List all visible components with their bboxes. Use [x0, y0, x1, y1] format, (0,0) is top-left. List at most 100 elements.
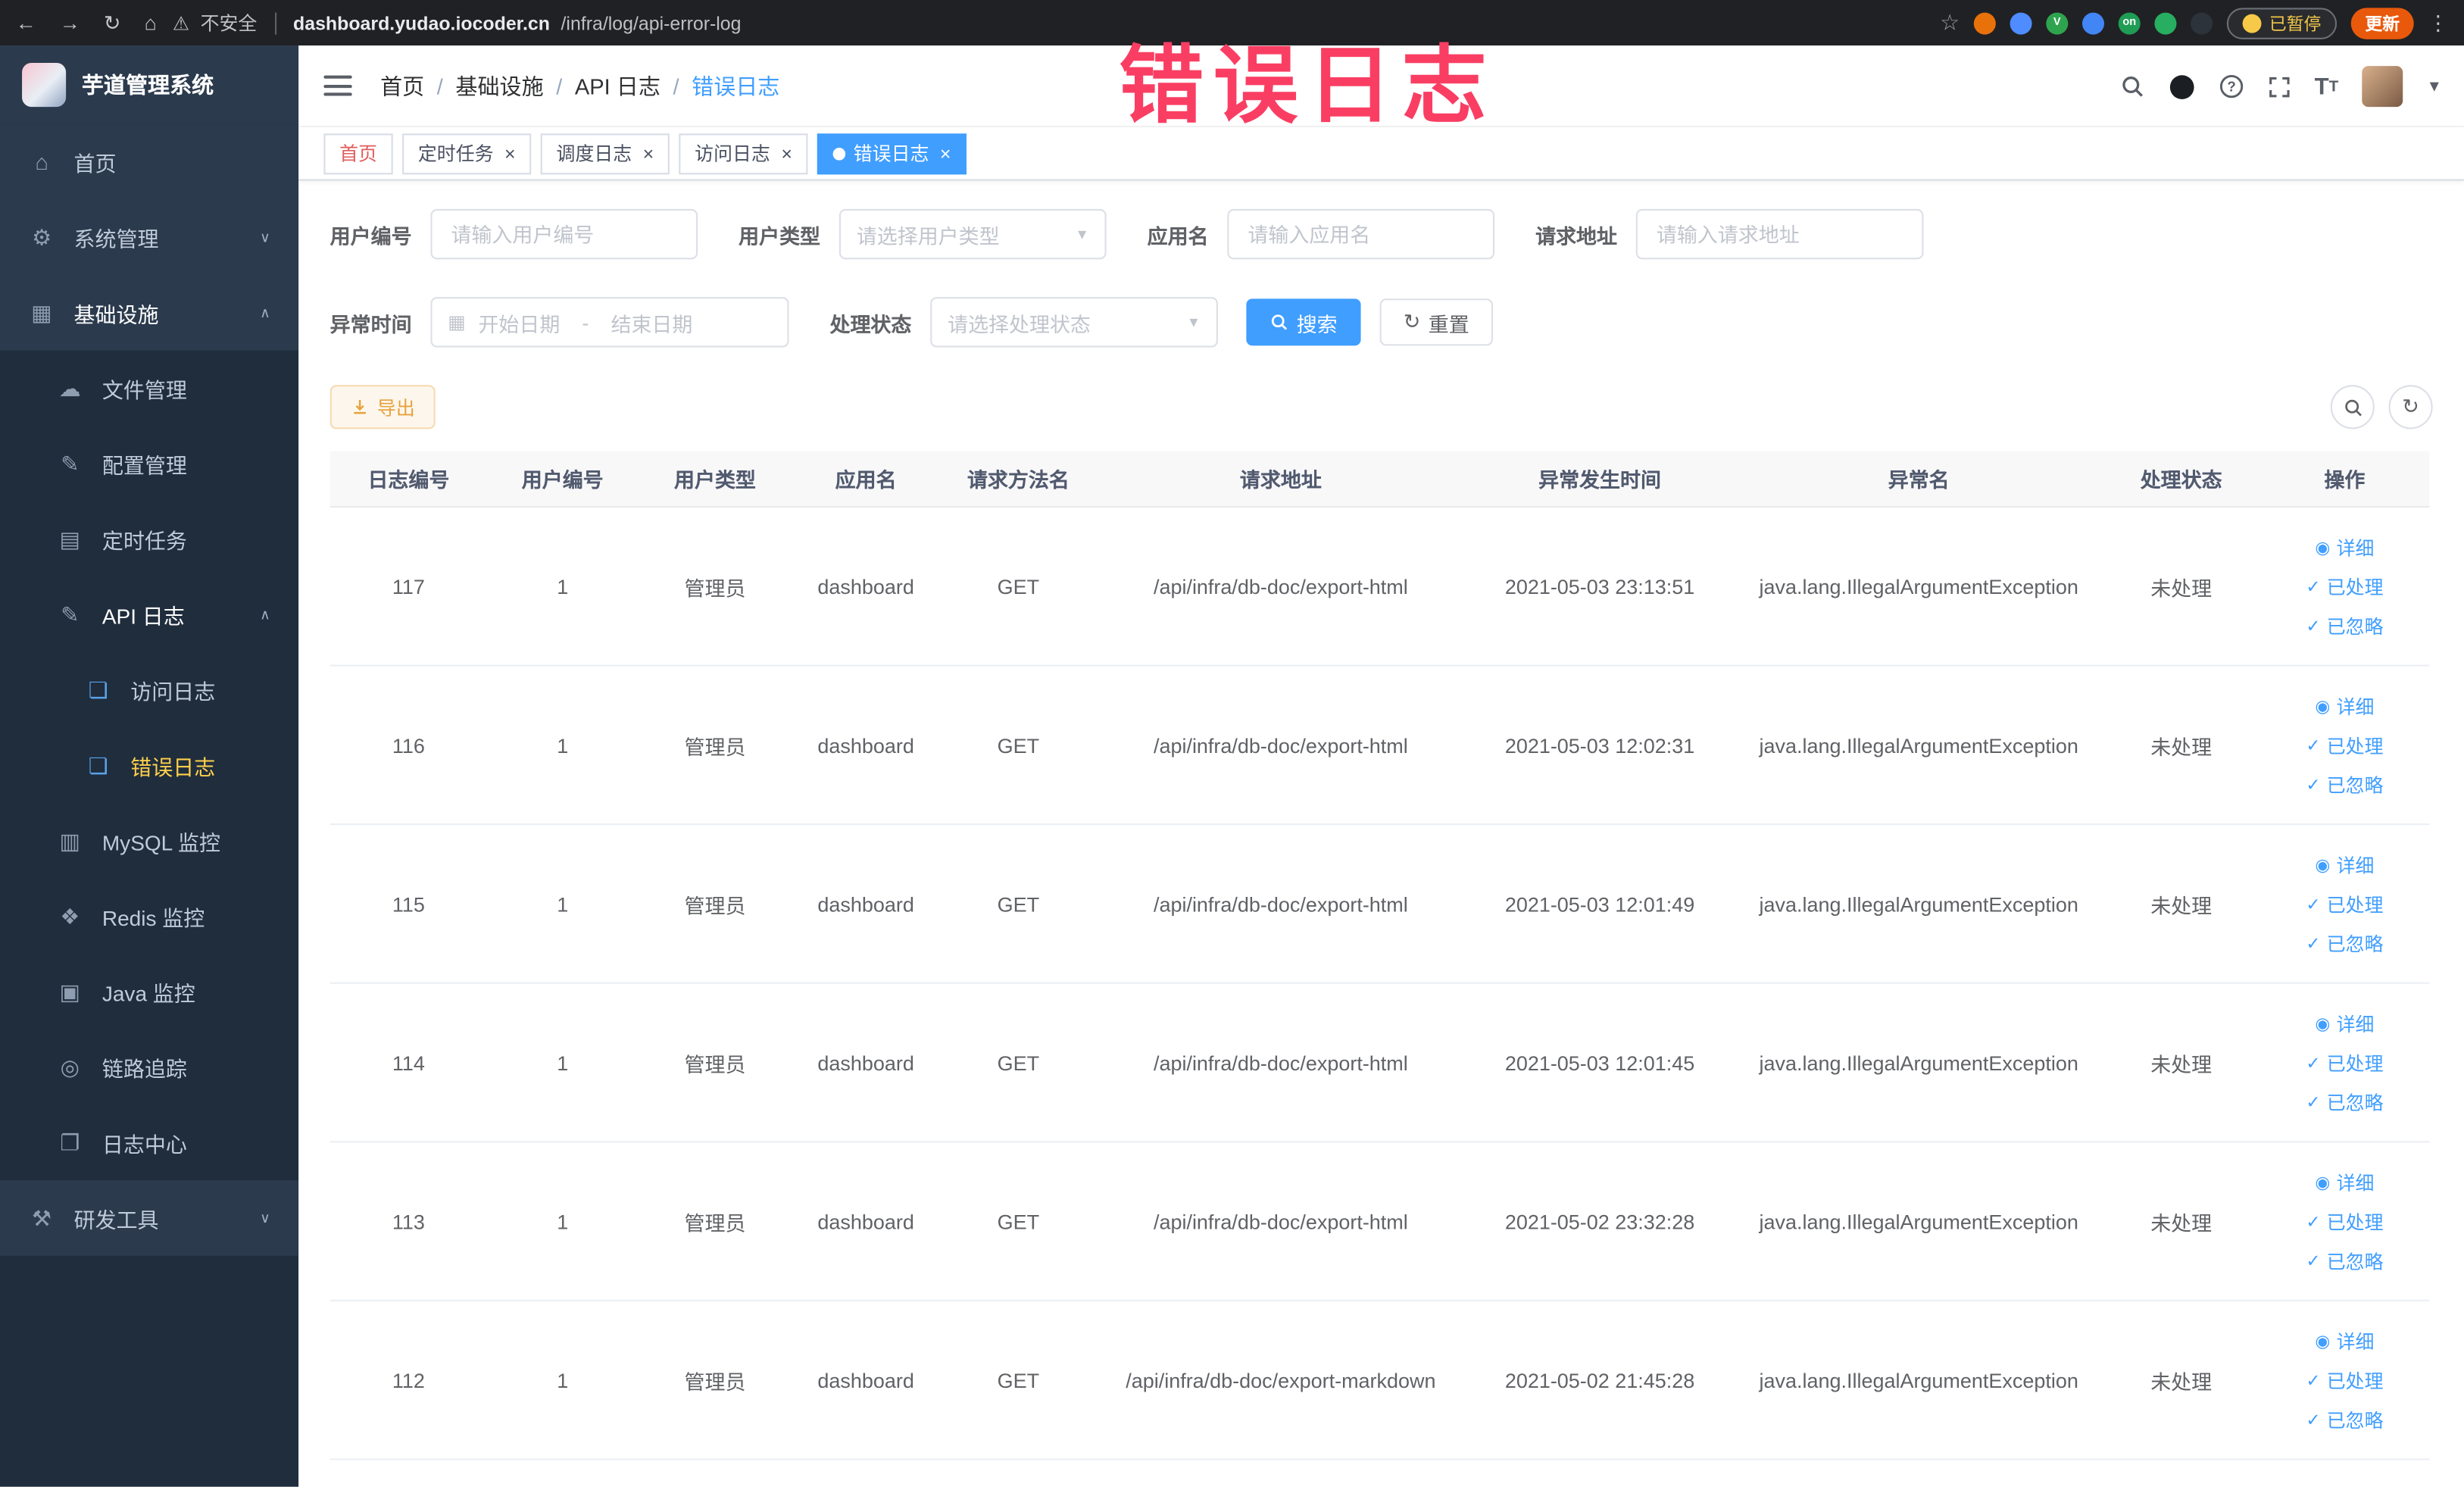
close-icon[interactable]: × [643, 142, 654, 164]
status-cell: 未处理 [2150, 734, 2213, 759]
refresh-table-button[interactable]: ↻ [2388, 385, 2433, 430]
action-processed[interactable]: ✓ 已处理 [2306, 732, 2383, 758]
extension-adblock-icon[interactable] [1973, 11, 1996, 34]
extension-drop-icon[interactable] [2010, 11, 2032, 34]
sidebar-item-log-center[interactable]: ❐ 日志中心 [0, 1104, 299, 1181]
calendar-icon: ▦ [448, 311, 466, 333]
exception-time-range-picker[interactable]: ▦ 开始日期 - 结束日期 [430, 297, 789, 348]
back-button[interactable]: ← [16, 10, 36, 35]
breadcrumb-item[interactable]: API 日志 [575, 70, 661, 101]
breadcrumb-item[interactable]: 首页 [380, 70, 424, 101]
close-icon[interactable]: × [504, 142, 516, 164]
user-type-select[interactable]: 请选择用户类型 ▼ [839, 208, 1107, 260]
sidebar-item-mysql-monitor[interactable]: ▥ MySQL 监控 [0, 803, 299, 879]
home-button[interactable]: ⌂ [145, 10, 157, 35]
chevron-down-icon[interactable]: ▼ [2427, 78, 2443, 95]
update-button[interactable]: 更新 [2350, 7, 2414, 39]
action-processed[interactable]: ✓ 已处理 [2306, 1049, 2383, 1076]
hamburger-icon[interactable] [323, 75, 352, 96]
extension-vue-devtools-icon[interactable]: V [2046, 11, 2069, 34]
action-detail[interactable]: ◉ 详细 [2315, 533, 2374, 560]
extension-grid-icon[interactable] [2081, 11, 2105, 34]
fullscreen-icon[interactable] [2267, 75, 2291, 98]
font-size-icon[interactable]: TT [2315, 73, 2339, 99]
paused-extension-badge[interactable]: 已暂停 [2226, 7, 2338, 39]
forward-button[interactable]: → [60, 10, 80, 35]
extension-pawn-icon[interactable] [2191, 11, 2213, 34]
request-url-input[interactable] [1635, 208, 1924, 260]
action-label: 详细 [2336, 1013, 2375, 1036]
sidebar-item-redis-monitor[interactable]: ❖ Redis 监控 [0, 878, 299, 954]
app-name-cell: dashboard [817, 1209, 914, 1233]
tab-schedule-log[interactable]: 调度日志 × [540, 133, 670, 174]
process-status-select[interactable]: 请选择处理状态 ▼ [930, 297, 1218, 348]
action-ignored[interactable]: ✓ 已忽略 [2306, 612, 2383, 639]
toggle-search-button[interactable] [2330, 385, 2375, 430]
main-area: 首页 / 基础设施 / API 日志 / 错误日志 ? TT ▼ 首页 定时任务… [298, 45, 2464, 1487]
update-label: 更新 [2365, 14, 2400, 34]
sidebar-item-home[interactable]: ⌂ 首页 [0, 123, 299, 200]
action-ignored[interactable]: ✓ 已忽略 [2306, 1247, 2383, 1273]
log-id-cell: 117 [392, 574, 425, 598]
action-processed[interactable]: ✓ 已处理 [2306, 890, 2383, 917]
action-processed[interactable]: ✓ 已处理 [2306, 1207, 2383, 1234]
app-logo[interactable]: 芋道管理系统 [0, 45, 299, 124]
exception-time-cell: 2021-05-03 23:13:51 [1504, 574, 1695, 598]
user-type-cell: 管理员 [684, 1370, 746, 1394]
sidebar-item-infrastructure[interactable]: ▦ 基础设施 ∧ [0, 275, 299, 351]
reset-button[interactable]: ↻ 重置 [1379, 298, 1493, 346]
edit-icon: ✎ [61, 450, 80, 476]
browser-menu-icon[interactable]: ⋮ [2428, 10, 2448, 35]
breadcrumb-item[interactable]: 基础设施 [455, 70, 543, 101]
tags-view-bar: 首页 定时任务 × 调度日志 × 访问日志 × 错误日志 × [298, 127, 2464, 181]
sidebar-item-scheduled-tasks[interactable]: ▤ 定时任务 [0, 501, 299, 577]
app-name-cell: dashboard [817, 733, 914, 757]
tab-error-log[interactable]: 错误日志 × [817, 133, 967, 174]
action-detail[interactable]: ◉ 详细 [2315, 1169, 2374, 1195]
svg-text:?: ? [2227, 78, 2235, 94]
user-id-input[interactable] [430, 208, 698, 260]
sidebar-item-java-monitor[interactable]: ▣ Java 监控 [0, 954, 299, 1029]
action-detail[interactable]: ◉ 详细 [2315, 692, 2374, 719]
sidebar-item-file-management[interactable]: ☁ 文件管理 [0, 350, 299, 426]
sidebar-item-error-log[interactable]: ❏ 错误日志 [0, 727, 299, 804]
action-ignored[interactable]: ✓ 已忽略 [2306, 771, 2383, 798]
request-url-cell: /api/infra/db-doc/export-html [1153, 1209, 1408, 1233]
method-cell: GET [997, 733, 1040, 757]
sidebar-item-tracing[interactable]: ◎ 链路追踪 [0, 1029, 299, 1105]
address-bar[interactable]: ⚠ 不安全 dashboard.yudao.iocoder.cn/infra/l… [173, 9, 1925, 36]
export-button[interactable]: 导出 [329, 385, 436, 430]
home-icon: ⌂ [35, 149, 48, 175]
search-icon[interactable] [2119, 74, 2144, 99]
close-icon[interactable]: × [940, 142, 951, 164]
user-avatar[interactable] [2362, 66, 2403, 108]
action-ignored[interactable]: ✓ 已忽略 [2306, 1089, 2383, 1115]
bookmark-star-icon[interactable]: ☆ [1940, 9, 1960, 36]
tab-home[interactable]: 首页 [323, 133, 393, 174]
extension-leaf-icon[interactable] [2154, 11, 2177, 34]
help-icon[interactable]: ? [2219, 74, 2244, 99]
action-ignored[interactable]: ✓ 已忽略 [2306, 929, 2383, 956]
search-button[interactable]: 搜索 [1246, 298, 1361, 346]
action-detail[interactable]: ◉ 详细 [2315, 851, 2374, 877]
tab-scheduled-tasks[interactable]: 定时任务 × [402, 133, 532, 174]
action-detail[interactable]: ◉ 详细 [2315, 1010, 2374, 1036]
sidebar-item-system-management[interactable]: ⚙ 系统管理 ∨ [0, 199, 299, 276]
action-detail[interactable]: ◉ 详细 [2315, 1327, 2374, 1354]
request-url-cell: /api/infra/db-doc/export-html [1153, 574, 1408, 598]
sidebar-item-access-log[interactable]: ❏ 访问日志 [0, 652, 299, 728]
action-processed[interactable]: ✓ 已处理 [2306, 1367, 2383, 1393]
reload-button[interactable]: ↻ [104, 10, 121, 35]
github-icon[interactable] [2169, 73, 2195, 99]
close-icon[interactable]: × [781, 142, 792, 164]
app-name-input[interactable] [1227, 208, 1495, 260]
sidebar-item-config-management[interactable]: ✎ 配置管理 [0, 426, 299, 501]
exception-time-cell: 2021-05-02 23:32:28 [1504, 1209, 1695, 1233]
action-label: 已忽略 [2326, 1408, 2384, 1432]
sidebar-item-api-logs[interactable]: ✎ API 日志 ∧ [0, 576, 299, 653]
extension-switch-on-icon[interactable]: on [2118, 11, 2141, 34]
tab-access-log[interactable]: 访问日志 × [679, 133, 808, 174]
sidebar-item-dev-tools[interactable]: ⚒ 研发工具 ∨ [0, 1180, 299, 1256]
action-processed[interactable]: ✓ 已处理 [2306, 573, 2383, 599]
action-ignored[interactable]: ✓ 已忽略 [2306, 1406, 2383, 1432]
